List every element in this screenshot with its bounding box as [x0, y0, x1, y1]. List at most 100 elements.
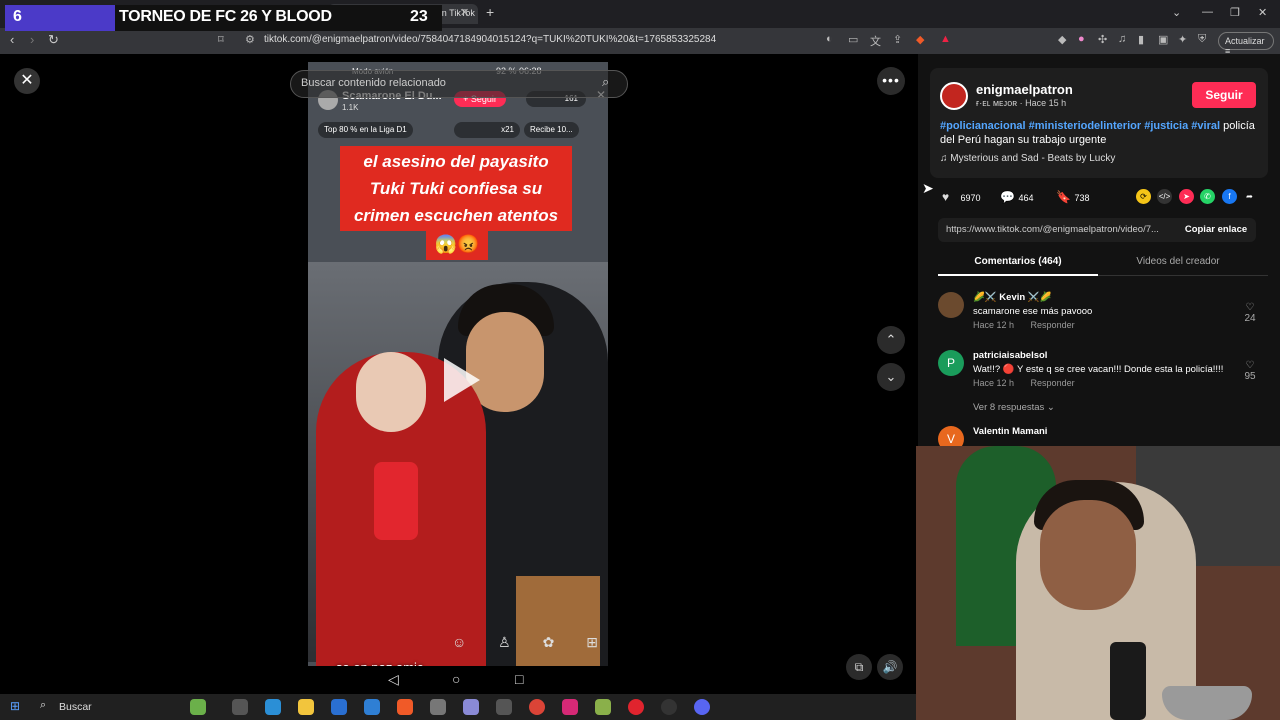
comment-like-button[interactable]: ♡ 95: [1238, 360, 1262, 382]
previous-video-icon[interactable]: ⌃: [877, 326, 905, 354]
hashtag-link[interactable]: #justicia: [1144, 120, 1188, 132]
whatsapp-icon[interactable]: ✆: [1200, 189, 1215, 204]
obs-icon[interactable]: [661, 699, 677, 715]
reply-button[interactable]: Responder: [1031, 320, 1075, 330]
heart-outline-icon: ♡: [1245, 360, 1255, 371]
author-avatar[interactable]: [940, 82, 968, 110]
widget-icon[interactable]: [190, 699, 206, 715]
restore-icon[interactable]: ❐: [1230, 6, 1240, 19]
forward-icon[interactable]: ›: [30, 32, 34, 47]
reply-button[interactable]: Responder: [1031, 378, 1075, 388]
hashtag-link[interactable]: #policianacional: [940, 120, 1026, 132]
new-tab-icon[interactable]: +: [486, 4, 494, 20]
view-replies-button[interactable]: Ver 8 respuestas ⌄: [973, 402, 1055, 413]
comment-text: Wat!!? 🔴 Y este q se cree vacan!!! Donde…: [973, 364, 1224, 375]
android-home-icon: ○: [452, 671, 461, 687]
update-button[interactable]: Actualizar ≡: [1218, 32, 1274, 56]
app-icon[interactable]: [496, 699, 512, 715]
floating-player-icon[interactable]: ⧉: [846, 654, 872, 680]
related-search-input[interactable]: Buscar contenido relacionado: [290, 70, 628, 98]
app-icon[interactable]: [595, 699, 611, 715]
chrome-icon[interactable]: [529, 699, 545, 715]
wallet-icon[interactable]: ▣: [1158, 33, 1168, 46]
repost-icon[interactable]: ⟳: [1136, 189, 1151, 204]
music-title: Mysterious and Sad - Beats by Lucky: [950, 153, 1116, 164]
share-page-icon[interactable]: ⇪: [893, 33, 902, 46]
hashtag-link[interactable]: #viral: [1191, 120, 1220, 132]
brave-icon[interactable]: [397, 699, 413, 715]
streamer-face: [1040, 500, 1136, 610]
extensions-icon[interactable]: ✣: [1098, 33, 1107, 46]
commenter-name[interactable]: 🌽⚔️ Kevin ⚔️🌽: [973, 292, 1051, 303]
like-button[interactable]: ♥ 6970: [942, 190, 981, 204]
cast-icon[interactable]: ▭: [848, 33, 858, 46]
author-name[interactable]: enigmaelpatron: [976, 82, 1073, 97]
brave-rewards-icon[interactable]: ▲: [940, 33, 951, 45]
embed-icon[interactable]: </>: [1157, 189, 1172, 204]
stream-tournament-banner: 6 TORNEO DE FC 26 Y BLOOD 23: [5, 5, 442, 31]
share-more-icon[interactable]: ➦: [1242, 189, 1257, 204]
music-link[interactable]: ♫ Mysterious and Sad - Beats by Lucky: [940, 153, 1115, 164]
bookmark-icon[interactable]: ⌑: [218, 33, 224, 46]
send-icon[interactable]: ➤: [1179, 189, 1194, 204]
video-player[interactable]: Modo avión 92 % 06:28 Scamarone El Du...…: [308, 62, 608, 694]
facebook-icon[interactable]: f: [1222, 189, 1237, 204]
edge-icon[interactable]: [265, 699, 281, 715]
search-icon[interactable]: ⌕: [602, 74, 609, 90]
commenter-name[interactable]: Valentin Mamani: [973, 426, 1047, 437]
next-video-icon[interactable]: ⌄: [877, 363, 905, 391]
commenter-name[interactable]: patriciaisabelsol: [973, 350, 1047, 361]
follow-button[interactable]: Seguir: [1192, 82, 1256, 108]
app-icon[interactable]: [463, 699, 479, 715]
reload-icon[interactable]: ↻: [48, 32, 59, 48]
window-close-icon[interactable]: ✕: [1258, 6, 1267, 19]
save-button[interactable]: 🔖 738: [1056, 190, 1090, 204]
commenter-avatar[interactable]: [938, 292, 964, 318]
tab-creator-videos[interactable]: Videos del creador: [1098, 256, 1258, 267]
clown-face: [356, 352, 426, 432]
play-icon[interactable]: [444, 358, 480, 402]
brave-shield-icon[interactable]: ◆: [916, 33, 924, 46]
video-description: #policianacional #ministeriodelinterior …: [940, 119, 1260, 147]
windows-start-icon[interactable]: ⊞: [10, 699, 20, 713]
site-info-icon[interactable]: ⚙: [245, 33, 255, 46]
taskbar-search-label[interactable]: Buscar: [59, 701, 92, 713]
volume-icon[interactable]: 🔊: [877, 654, 903, 680]
back-icon[interactable]: ‹: [10, 32, 14, 47]
mail-icon[interactable]: [364, 699, 380, 715]
comment-like-button[interactable]: ♡ 24: [1238, 302, 1262, 324]
comment-like-count: 95: [1244, 371, 1256, 382]
commenter-avatar[interactable]: P: [938, 350, 964, 376]
video-link-field[interactable]: https://www.tiktok.com/@enigmaelpatron/v…: [938, 218, 1176, 242]
leo-icon[interactable]: ✦: [1178, 33, 1187, 46]
extension-2-icon[interactable]: ●: [1078, 33, 1085, 45]
vpn-icon[interactable]: ⛨: [1198, 33, 1206, 46]
extension-1-icon[interactable]: ◆: [1058, 33, 1066, 46]
save-count: 738: [1074, 193, 1090, 203]
view-replies-label: Ver 8 respuestas: [973, 402, 1045, 413]
multiplier-pill: x21: [454, 122, 520, 138]
discord-icon[interactable]: [694, 699, 710, 715]
taskbar-search-icon[interactable]: ⌕: [40, 699, 46, 712]
minimize-icon[interactable]: —: [1202, 6, 1213, 18]
translate-icon[interactable]: 文: [870, 33, 881, 49]
tab-close-icon[interactable]: ✕: [460, 6, 469, 19]
tab-comments[interactable]: Comentarios (464): [938, 256, 1098, 276]
media-icon[interactable]: ◐: [826, 33, 833, 45]
app-icon[interactable]: [430, 699, 446, 715]
sidebar-icon[interactable]: ▮: [1138, 33, 1144, 46]
url-field[interactable]: tiktok.com/@enigmaelpatron/video/7584047…: [264, 34, 716, 45]
store-icon[interactable]: [331, 699, 347, 715]
metal-bowl: [1162, 686, 1252, 720]
copy-link-button[interactable]: Copiar enlace: [1176, 218, 1256, 242]
file-explorer-icon[interactable]: [298, 699, 314, 715]
tab-list-chevron-icon[interactable]: ⌄: [1172, 6, 1181, 19]
hashtag-link[interactable]: #ministeriodelinterior: [1029, 120, 1141, 132]
media-player-icon[interactable]: [628, 699, 644, 715]
task-view-icon[interactable]: [232, 699, 248, 715]
more-options-icon[interactable]: •••: [877, 67, 905, 95]
instagram-icon[interactable]: [562, 699, 578, 715]
music-icon[interactable]: ♫: [1118, 33, 1126, 45]
close-video-icon[interactable]: ✕: [14, 68, 40, 94]
comment-button[interactable]: 💬 464: [1000, 190, 1034, 204]
